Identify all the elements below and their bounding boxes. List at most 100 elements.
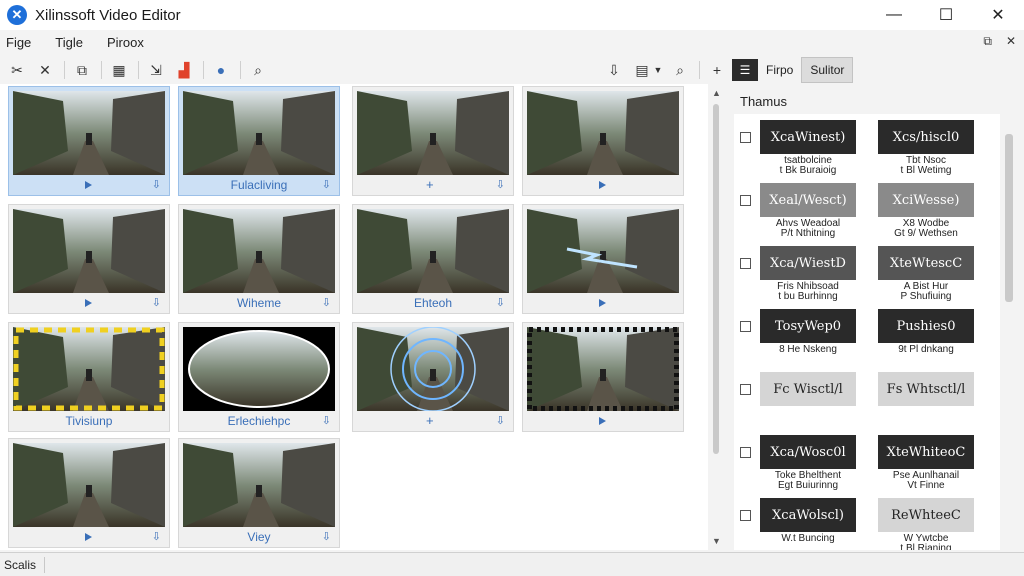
- clip-tile[interactable]: ⇩: [8, 438, 170, 548]
- clip-tile[interactable]: Erlechiehpc ⇩: [178, 322, 340, 432]
- preset-thumbnail[interactable]: XciWesse): [878, 183, 974, 217]
- clip-tile[interactable]: + ⇩: [352, 322, 514, 432]
- tab-sulitor[interactable]: Sulitor: [801, 57, 854, 83]
- copy-icon[interactable]: ⧉: [71, 59, 93, 81]
- scroll-up-icon[interactable]: ▲: [712, 88, 721, 98]
- format-dropdown-icon[interactable]: ▼: [653, 59, 663, 81]
- clip-footer: Tivisiunp: [9, 411, 169, 431]
- clip-label[interactable]: Ehteoh: [414, 296, 452, 310]
- play-icon[interactable]: [599, 181, 606, 189]
- close-icon[interactable]: ✕: [34, 59, 56, 81]
- preset-thumbnail[interactable]: Xca/WiestD: [760, 246, 856, 280]
- preset-thumbnail[interactable]: ReWhteeC: [878, 498, 974, 532]
- clip-label[interactable]: Erlechiehpc: [228, 414, 291, 428]
- download-icon[interactable]: ⇩: [322, 414, 331, 427]
- add-icon[interactable]: +: [426, 177, 434, 192]
- clip-thumbnail: [357, 209, 509, 293]
- clip-tile[interactable]: [522, 204, 684, 314]
- preset-checkbox[interactable]: [740, 132, 751, 143]
- preset-checkbox[interactable]: [740, 321, 751, 332]
- preset-thumbnail[interactable]: Fs Whtsctl/l: [878, 372, 974, 406]
- grid-scrollbar[interactable]: ▲ ▼: [708, 84, 724, 550]
- close-panel-icon[interactable]: ✕: [1006, 34, 1016, 49]
- clip-footer: Viey: [179, 527, 339, 547]
- preset-caption: 9t Pl dnkang: [898, 344, 954, 355]
- export-icon[interactable]: ⇲: [145, 59, 167, 81]
- preset-thumbnail[interactable]: XcaWinest): [760, 120, 856, 154]
- play-icon[interactable]: [85, 533, 92, 541]
- clip-tile[interactable]: Wiheme ⇩: [178, 204, 340, 314]
- cut-icon[interactable]: ✂: [6, 59, 28, 81]
- clip-tile[interactable]: Tivisiunp: [8, 322, 170, 432]
- minimize-button[interactable]: —: [868, 0, 920, 30]
- clip-tile[interactable]: + ⇩: [352, 86, 514, 196]
- panel-heading: Thamus: [740, 94, 787, 109]
- film-icon[interactable]: ▦: [108, 59, 130, 81]
- clip-tile[interactable]: Fulacliving ⇩: [178, 86, 340, 196]
- play-icon[interactable]: [85, 299, 92, 307]
- preset-checkbox[interactable]: [740, 195, 751, 206]
- format-icon[interactable]: ▤: [631, 59, 653, 81]
- preset-thumbnail[interactable]: Fc Wisctl/l: [760, 372, 856, 406]
- download-icon[interactable]: ⇩: [496, 414, 505, 427]
- download-icon[interactable]: ⇩: [496, 178, 505, 191]
- clip-footer: Ehteoh: [353, 293, 513, 313]
- clip-thumbnail: [183, 327, 335, 411]
- clip-tile[interactable]: ⇩: [8, 204, 170, 314]
- download-icon[interactable]: ⇩: [322, 530, 331, 543]
- preset-thumbnail[interactable]: Xcs/hiscl0: [878, 120, 974, 154]
- clip-tile[interactable]: [522, 322, 684, 432]
- download-icon[interactable]: ⇩: [152, 530, 161, 543]
- download-icon[interactable]: ⇩: [152, 296, 161, 309]
- add-icon[interactable]: +: [426, 413, 434, 428]
- tab-firpo[interactable]: Firpo: [758, 57, 801, 83]
- preset-thumbnail[interactable]: Xca/Wosc0l: [760, 435, 856, 469]
- preset-caption: Ahvs Weadoal P/t Nthitning: [775, 218, 841, 239]
- effects-icon[interactable]: ▟: [173, 59, 195, 81]
- panel-scrollbar[interactable]: [1000, 114, 1018, 550]
- clip-label[interactable]: Wiheme: [237, 296, 281, 310]
- clip-tile[interactable]: Viey ⇩: [178, 438, 340, 548]
- download-icon[interactable]: ⇩: [322, 178, 331, 191]
- preset-checkbox[interactable]: [740, 258, 751, 269]
- preset-thumbnail[interactable]: XcaWolscl): [760, 498, 856, 532]
- download-icon[interactable]: ⇩: [496, 296, 505, 309]
- panel-scrollbar-thumb[interactable]: [1005, 134, 1013, 302]
- window-controls: — ☐ ✕: [868, 0, 1024, 30]
- clip-tile[interactable]: Ehteoh ⇩: [352, 204, 514, 314]
- preset-thumbnail[interactable]: Xeal/Wesct): [760, 183, 856, 217]
- download-icon[interactable]: ⇩: [322, 296, 331, 309]
- preset-thumbnail[interactable]: XteWtescC: [878, 246, 974, 280]
- clip-label[interactable]: Viey: [247, 530, 270, 544]
- maximize-button[interactable]: ☐: [920, 0, 972, 30]
- clip-tile[interactable]: ⇩: [8, 86, 170, 196]
- info-icon[interactable]: ●: [210, 59, 232, 81]
- play-icon[interactable]: [599, 299, 606, 307]
- preset-checkbox[interactable]: [740, 384, 751, 395]
- scroll-down-icon[interactable]: ▼: [712, 536, 721, 546]
- menu-proxy[interactable]: Piroox: [107, 35, 144, 50]
- clip-label[interactable]: Tivisiunp: [66, 414, 113, 428]
- preset-thumbnail[interactable]: TosyWep0: [760, 309, 856, 343]
- menu-file[interactable]: Fige: [6, 35, 31, 50]
- preset-row: XcaWolscl) ReWhteeC W.t Buncing W Ywtcbe t …: [734, 492, 1000, 550]
- clip-tile[interactable]: [522, 86, 684, 196]
- close-button[interactable]: ✕: [972, 0, 1024, 30]
- search-icon[interactable]: ⌕: [247, 59, 269, 81]
- restore-panel-icon[interactable]: ⧉: [983, 34, 992, 49]
- preset-checkbox[interactable]: [740, 510, 751, 521]
- play-icon[interactable]: [599, 417, 606, 425]
- download-icon[interactable]: ⇩: [152, 178, 161, 191]
- clip-label[interactable]: Fulacliving: [231, 178, 288, 192]
- panel-menu-icon[interactable]: ☰: [732, 59, 758, 81]
- scrollbar-thumb[interactable]: [713, 104, 719, 454]
- add-icon[interactable]: +: [706, 59, 728, 81]
- preset-thumbnail[interactable]: XteWhiteoC: [878, 435, 974, 469]
- preset-checkbox[interactable]: [740, 447, 751, 458]
- play-icon[interactable]: [85, 181, 92, 189]
- preset-thumbnail[interactable]: Pushies0: [878, 309, 974, 343]
- preset-list: XcaWinest) Xcs/hiscl0 tsatbolcine t Bk Bur…: [734, 114, 1000, 550]
- menu-title[interactable]: Tigle: [55, 35, 83, 50]
- zoom-icon[interactable]: ⌕: [669, 59, 691, 81]
- download-icon[interactable]: ⇩: [603, 59, 625, 81]
